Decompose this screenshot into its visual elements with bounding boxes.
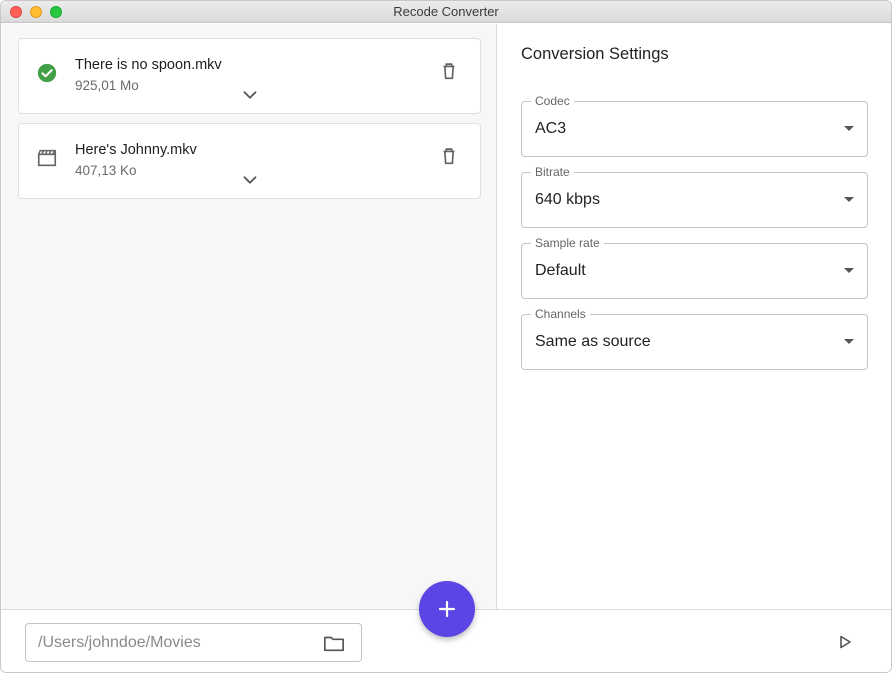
output-path-field bbox=[25, 623, 362, 662]
dropdown-arrow-icon bbox=[844, 126, 854, 131]
codec-value: AC3 bbox=[535, 120, 567, 137]
file-size: 407,13 Ko bbox=[75, 163, 137, 178]
chevron-down-icon[interactable] bbox=[239, 172, 261, 188]
bitrate-select[interactable]: Bitrate 640 kbps bbox=[521, 165, 868, 228]
sample-rate-select[interactable]: Sample rate Default bbox=[521, 236, 868, 299]
app-window: Recode Converter There is no spoon.mkv 9… bbox=[0, 0, 892, 673]
bitrate-value: 640 kbps bbox=[535, 191, 600, 208]
folder-icon[interactable] bbox=[323, 633, 345, 653]
movie-clapper-icon bbox=[37, 149, 57, 167]
channels-select[interactable]: Channels Same as source bbox=[521, 307, 868, 370]
file-name: Here's Johnny.mkv bbox=[75, 142, 197, 158]
file-size: 925,01 Mo bbox=[75, 78, 139, 93]
channels-label: Channels bbox=[531, 307, 590, 321]
file-list-panel: There is no spoon.mkv 925,01 Mo Here's J… bbox=[2, 24, 497, 609]
output-path-input[interactable] bbox=[38, 624, 318, 661]
trash-icon[interactable] bbox=[438, 59, 460, 83]
trash-icon[interactable] bbox=[438, 144, 460, 168]
file-card: Here's Johnny.mkv 407,13 Ko bbox=[18, 123, 481, 199]
play-icon[interactable] bbox=[837, 634, 853, 650]
add-file-button[interactable] bbox=[419, 581, 475, 637]
window-title: Recode Converter bbox=[393, 4, 499, 19]
codec-label: Codec bbox=[531, 94, 574, 108]
file-card: There is no spoon.mkv 925,01 Mo bbox=[18, 38, 481, 114]
file-name: There is no spoon.mkv bbox=[75, 57, 222, 73]
dropdown-arrow-icon bbox=[844, 268, 854, 273]
channels-value: Same as source bbox=[535, 333, 651, 350]
chevron-down-icon[interactable] bbox=[239, 87, 261, 103]
dropdown-arrow-icon bbox=[844, 197, 854, 202]
check-circle-icon bbox=[37, 63, 57, 83]
bitrate-label: Bitrate bbox=[531, 165, 574, 179]
sample-rate-value: Default bbox=[535, 262, 586, 279]
settings-panel: Conversion Settings Codec AC3 Bitrate 64… bbox=[498, 24, 891, 609]
dropdown-arrow-icon bbox=[844, 339, 854, 344]
plus-icon bbox=[438, 600, 456, 618]
title-bar: Recode Converter bbox=[1, 1, 891, 23]
sample-rate-label: Sample rate bbox=[531, 236, 604, 250]
settings-title: Conversion Settings bbox=[521, 45, 669, 63]
codec-select[interactable]: Codec AC3 bbox=[521, 94, 868, 157]
